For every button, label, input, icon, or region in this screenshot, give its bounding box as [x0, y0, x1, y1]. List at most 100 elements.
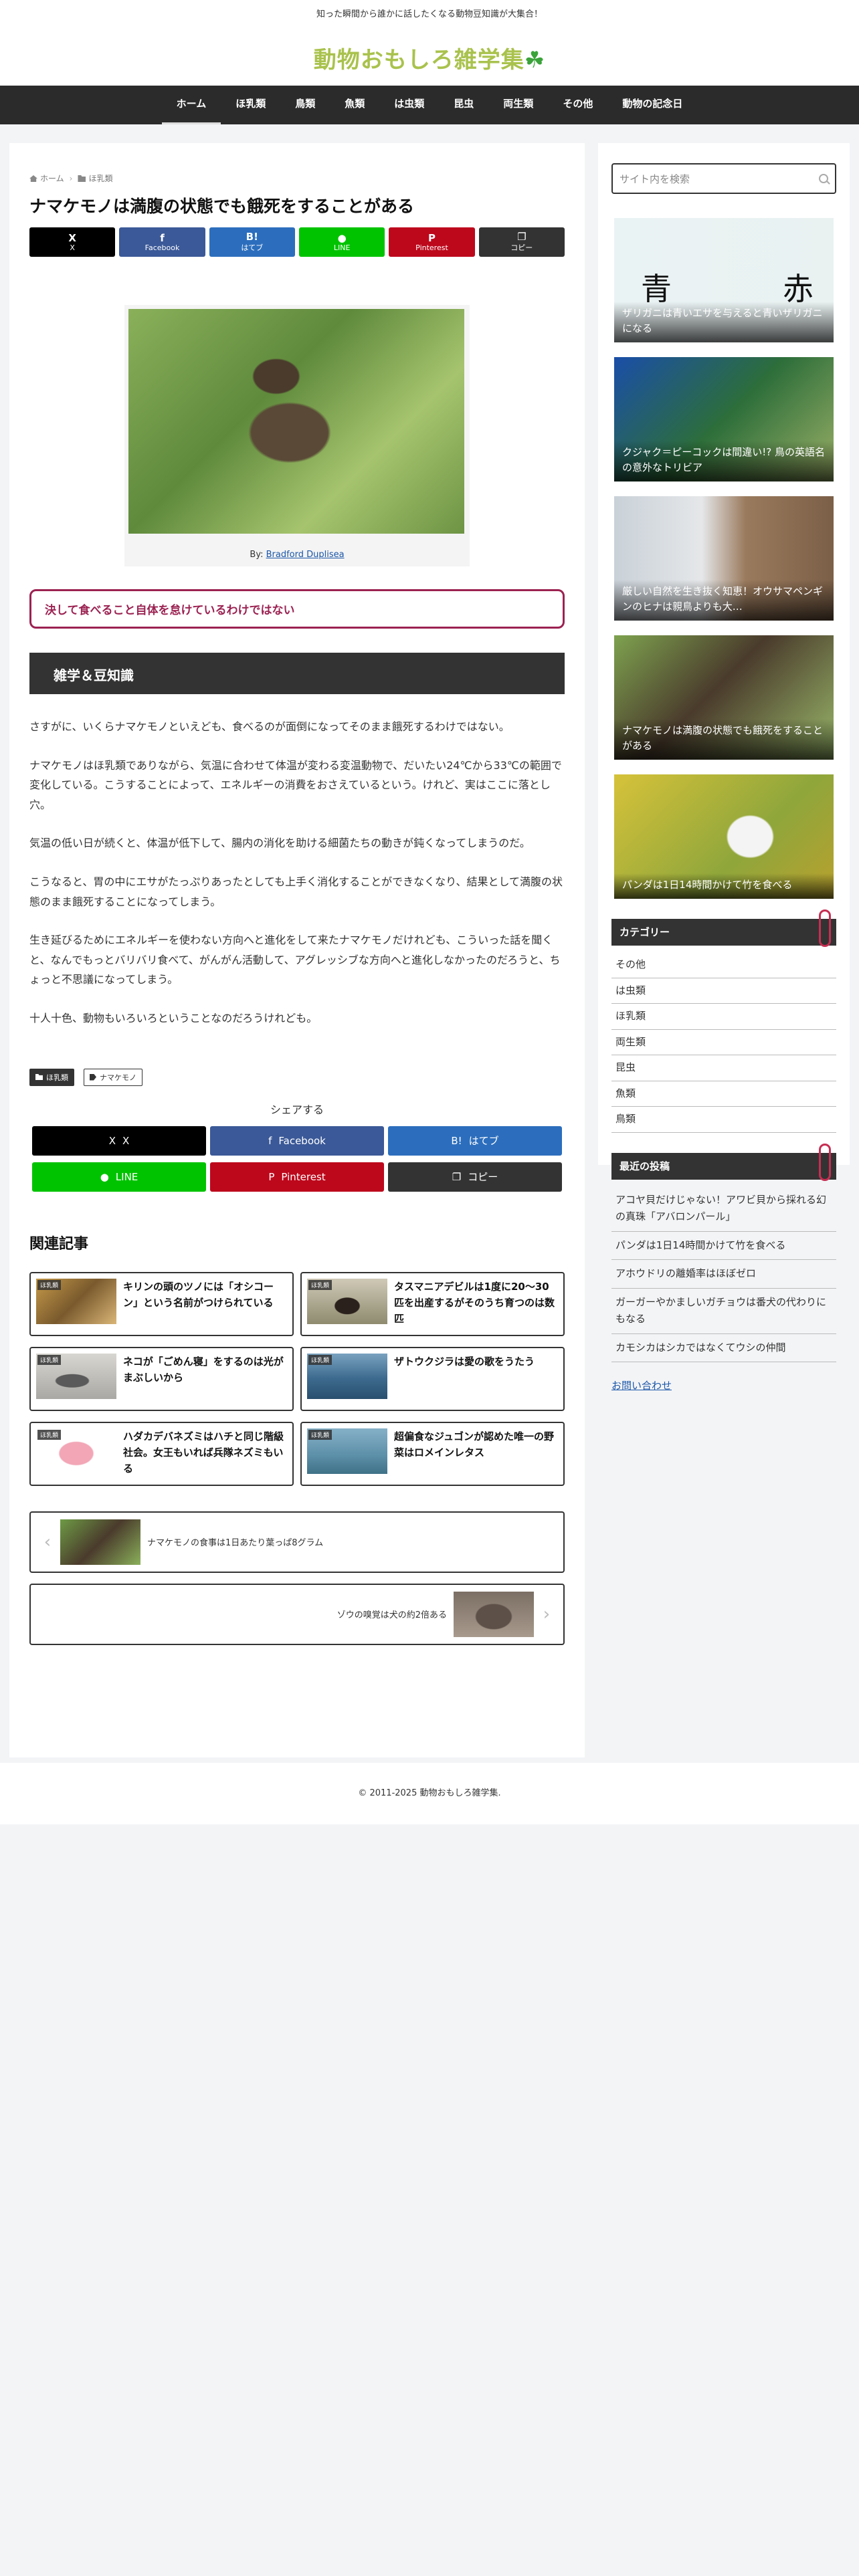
related-card[interactable]: ほ乳類 タスマニアデビルは1度に20〜30匹を出産するがそのうち育つのは数匹 [300, 1271, 565, 1336]
paragraph: 生き延びるためにエネルギーを使わない方向へと進化をして来たナマケモノだけれども、… [29, 934, 561, 986]
sidebar-post-card[interactable]: 青 赤 ザリガニは青いエサを与えると青いザリガニになる [614, 218, 834, 342]
nav-item-birds[interactable]: 鳥類 [280, 86, 330, 124]
copy-icon: ❐ [517, 231, 527, 243]
keyword-tag[interactable]: ナマケモノ [84, 1068, 142, 1086]
contact-link[interactable]: お問い合わせ [611, 1378, 836, 1392]
nav-item-anniversaries[interactable]: 動物の記念日 [607, 86, 697, 124]
recent-post-link[interactable]: アコヤ貝だけじゃない！アワビ貝から採れる幻の真珠「アバロンパール」 [611, 1186, 836, 1232]
next-post-link[interactable]: ゾウの嗅覚は犬の約2倍ある › [29, 1583, 565, 1645]
prev-post-link[interactable]: ‹ ナマケモノの食事は1日あたり葉っぱ8グラム [29, 1511, 565, 1573]
sidebar-post-card[interactable]: 厳しい自然を生き抜く知恵！オウサマペンギンのヒナは親鳥よりも大… [614, 496, 834, 621]
category-list: その他 は虫類 ほ乳類 両生類 昆虫 魚類 鳥類 [611, 952, 836, 1133]
breadcrumb-home[interactable]: ホーム [29, 173, 64, 184]
category-link[interactable]: 魚類 [611, 1081, 836, 1107]
related-card[interactable]: ほ乳類 キリンの頭のツノには「オシコーン」という名前がつけられている [29, 1271, 294, 1336]
share-facebook-button[interactable]: f Facebook [210, 1125, 384, 1156]
share-label: Facebook [278, 1134, 326, 1147]
sidebar-post-title: ナマケモノは満腹の状態でも餓死をすることがある [614, 719, 834, 760]
share-line-button[interactable]: ● LINE [32, 1162, 206, 1192]
share-label: X [70, 243, 75, 252]
related-title: ネコが「ごめん寝」をするのは光がまぶしいから [123, 1355, 284, 1384]
search-icon[interactable] [819, 174, 828, 183]
copy-icon: ❐ [452, 1170, 462, 1183]
category-badge: ほ乳類 [308, 1429, 332, 1440]
paragraph: ナマケモノはほ乳類でありながら、気温に合わせて体温が変わる変温動物で、だいたい2… [29, 758, 562, 811]
chevron-left-icon: ‹ [43, 1531, 52, 1552]
share-label: Pinterest [281, 1170, 326, 1183]
sidebar: サイト内を検索 青 赤 ザリガニは青いエサを与えると青いザリガニになる クジャク… [598, 143, 850, 1392]
nav-item-insects[interactable]: 昆虫 [439, 86, 488, 124]
search-box[interactable]: サイト内を検索 [611, 163, 836, 194]
giraffe-thumbnail: ほ乳類 [36, 1278, 116, 1324]
prev-post-thumbnail [60, 1519, 140, 1565]
recent-post-link[interactable]: アホウドリの離婚率はほぼゼロ [611, 1260, 836, 1289]
related-card[interactable]: ほ乳類 ネコが「ごめん寝」をするのは光がまぶしいから [29, 1346, 294, 1411]
share-copy-button[interactable]: ❐ コピー [478, 227, 565, 257]
share-copy-button[interactable]: ❐ コピー [388, 1162, 562, 1192]
related-card[interactable]: ほ乳類 ザトウクジラは愛の歌をうたう [300, 1346, 565, 1411]
breadcrumb-category-label: ほ乳類 [88, 174, 113, 183]
share-hatena-button[interactable]: B! はてブ [388, 1125, 562, 1156]
nav-item-amphibians[interactable]: 両生類 [488, 86, 548, 124]
related-card[interactable]: ほ乳類 ハダカデバネズミはハチと同じ階級社会。女王もいれば兵隊ネズミもいる [29, 1421, 294, 1486]
share-line-button[interactable]: ● LINE [298, 227, 385, 257]
next-post-thumbnail [454, 1591, 534, 1637]
recent-post-link[interactable]: カモシカはシカではなくてウシの仲間 [611, 1334, 836, 1362]
share-label: Pinterest [415, 243, 448, 252]
category-link[interactable]: 鳥類 [611, 1107, 836, 1133]
share-hatena-button[interactable]: B! はてブ [209, 227, 295, 257]
recent-post-link[interactable]: パンダは1日14時間かけて竹を食べる [611, 1232, 836, 1260]
caption-credit-link[interactable]: Bradford Duplisea [266, 550, 345, 560]
category-link[interactable]: ほ乳類 [611, 1004, 836, 1030]
share-x-button[interactable]: XX [32, 1125, 206, 1156]
pinterest-icon: P [427, 231, 436, 244]
site-logo[interactable]: 動物おもしろ雑学集☘ [0, 41, 859, 74]
category-tag[interactable]: ほ乳類 [29, 1068, 74, 1086]
x-icon: X [108, 1134, 116, 1147]
breadcrumb: ホーム › ほ乳類 [29, 173, 565, 184]
share-facebook-button[interactable]: f Facebook [119, 227, 205, 257]
nav-item-fish[interactable]: 魚類 [330, 86, 379, 124]
share-buttons-bottom: XX f Facebook B! はてブ ● LINE P Pinterest ❐ コピー [29, 1125, 565, 1192]
next-post-title: ゾウの嗅覚は犬の約2倍ある [337, 1610, 447, 1621]
site-logo-text: 動物おもしろ雑学集 [313, 47, 524, 74]
popular-posts: 青 赤 ザリガニは青いエサを与えると青いザリガニになる クジャク＝ピーコックは間… [611, 218, 836, 899]
category-link[interactable]: その他 [611, 952, 836, 978]
recent-posts-list: アコヤ貝だけじゃない！アワビ貝から採れる幻の真珠「アバロンパール」 パンダは1日… [611, 1186, 836, 1362]
share-pinterest-button[interactable]: P Pinterest [210, 1162, 384, 1192]
site-tagline: 知った瞬間から誰かに話したくなる動物豆知識が大集合！ [316, 9, 543, 19]
sidebar-post-title: パンダは1日14時間かけて竹を食べる [614, 873, 834, 899]
breadcrumb-category[interactable]: ほ乳類 [78, 173, 112, 184]
paragraph: 気温の低い日が続くと、体温が低下して、腸内の消化を助ける細菌たちの動きが鈍くなっ… [29, 837, 531, 850]
paperclip-icon [819, 909, 831, 947]
dugong-thumbnail: ほ乳類 [307, 1428, 387, 1474]
line-icon: ● [100, 1170, 109, 1183]
nav-item-home[interactable]: ホーム [161, 86, 221, 124]
search-input[interactable]: サイト内を検索 [619, 172, 690, 186]
category-badge: ほ乳類 [37, 1354, 62, 1365]
sidebar-post-card[interactable]: パンダは1日14時間かけて竹を食べる [614, 774, 834, 899]
sidebar-post-card[interactable]: ナマケモノは満腹の状態でも餓死をすることがある [614, 635, 834, 760]
recent-post-link[interactable]: ガーガーやかましいガチョウは番犬の代わりにもなる [611, 1289, 836, 1334]
clover-icon: ☘ [524, 47, 546, 74]
section-heading: 雑学＆豆知識 [29, 653, 565, 694]
related-card[interactable]: ほ乳類 超偏食なジュゴンが認めた唯一の野菜はロメインレタス [300, 1421, 565, 1486]
sidebar-post-card[interactable]: クジャク＝ピーコックは間違い!? 鳥の英語名の意外なトリビア [614, 357, 834, 481]
nav-item-mammals[interactable]: ほ乳類 [221, 86, 280, 124]
nav-item-reptiles[interactable]: は虫類 [379, 86, 439, 124]
share-label: はてブ [468, 1135, 499, 1148]
breadcrumb-home-label: ホーム [40, 174, 64, 183]
photo-caption: By: Bradford Duplisea [128, 550, 466, 560]
share-pinterest-button[interactable]: P Pinterest [389, 227, 475, 257]
category-link[interactable]: 両生類 [611, 1030, 836, 1055]
pinterest-icon: P [268, 1170, 275, 1183]
home-icon [29, 175, 37, 182]
category-link[interactable]: は虫類 [611, 978, 836, 1004]
related-title: タスマニアデビルは1度に20〜30匹を出産するがそのうち育つのは数匹 [394, 1280, 555, 1325]
share-x-button[interactable]: XX [29, 227, 116, 257]
category-link[interactable]: 昆虫 [611, 1055, 836, 1081]
mole-rat-thumbnail: ほ乳類 [36, 1428, 116, 1474]
nav-item-others[interactable]: その他 [548, 86, 607, 124]
widget-title-text: 最近の投稿 [619, 1160, 670, 1172]
share-buttons-top: XX f Facebook B! はてブ ● LINE P Pinterest ❐ コピー [29, 227, 565, 257]
